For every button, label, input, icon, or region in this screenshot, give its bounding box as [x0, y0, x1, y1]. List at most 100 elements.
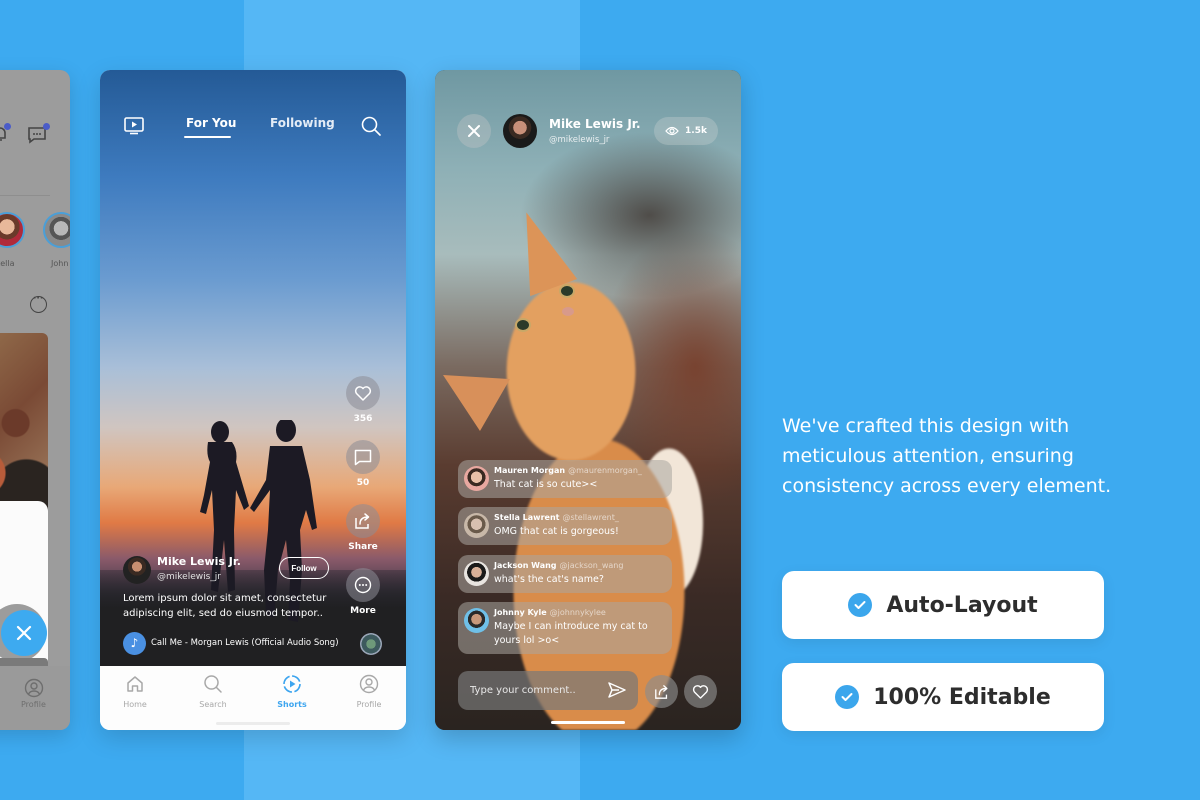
feature-card-auto-layout: Auto-Layout [782, 571, 1104, 639]
comment-text: what's the cat's name? [494, 574, 604, 585]
comment-count: 50 [356, 478, 370, 488]
promo-description: We've crafted this design with meticulou… [782, 415, 1112, 497]
cat-nose [562, 307, 574, 316]
nav-shorts[interactable]: Shorts [262, 674, 322, 709]
close-fab-button[interactable] [1, 610, 47, 656]
music-disc[interactable] [360, 633, 382, 655]
search-icon [204, 675, 222, 693]
share-icon [654, 684, 668, 699]
check-circle-icon [848, 593, 873, 617]
nav-profile-label: Profile [356, 700, 382, 709]
comment-item[interactable]: Jackson Wang @jackson_wang what's the cat… [458, 555, 672, 593]
sheet-handle [0, 658, 48, 666]
story-name: Stella [0, 259, 15, 268]
notification-badge [4, 123, 11, 130]
tab-following[interactable]: Following [270, 116, 335, 130]
left-feed-screen: g Stella John Profile [0, 70, 70, 730]
video-caption[interactable]: Lorem ipsum dolor sit amet, consectetur … [123, 591, 338, 621]
commenter-handle: @johnnykylee [549, 608, 606, 617]
check-circle-icon [835, 685, 860, 709]
story-avatar[interactable] [43, 212, 70, 248]
commenter-name: Stella Lawrent [494, 513, 560, 522]
share-label: Share [348, 542, 378, 552]
search-icon[interactable] [361, 116, 381, 136]
send-icon[interactable] [607, 681, 627, 699]
more-icon[interactable] [30, 294, 47, 313]
author-avatar[interactable] [123, 556, 151, 584]
nav-search-label: Search [199, 700, 227, 709]
bottom-nav: Home Search Shorts Profile [100, 666, 406, 730]
tv-icon[interactable] [124, 117, 144, 135]
divider [0, 195, 50, 196]
close-button[interactable] [457, 114, 491, 148]
eye-icon [665, 126, 679, 136]
host-avatar[interactable] [503, 114, 537, 148]
commenter-name: Jackson Wang [494, 561, 557, 570]
viewer-count-badge: 1.5k [654, 117, 718, 145]
more-action[interactable]: More [346, 568, 380, 616]
comment-text: Maybe I can introduce my cat to yours lo… [494, 621, 648, 646]
story-name: John [51, 259, 69, 268]
share-button[interactable] [645, 675, 678, 708]
author-name[interactable]: Mike Lewis Jr. [157, 555, 241, 568]
comment-item[interactable]: Mauren Morgan @maurenmorgan_ That cat is … [458, 460, 672, 498]
video-silhouette [200, 420, 317, 622]
viewer-count: 1.5k [685, 126, 707, 136]
nav-home[interactable]: Home [105, 674, 165, 709]
cat-image [445, 270, 725, 730]
comment-button[interactable] [346, 440, 380, 474]
message-badge [43, 123, 50, 130]
follow-button[interactable]: Follow [279, 557, 329, 579]
live-screen: Mike Lewis Jr. @mikelewis_jr 1.5k Mauren… [435, 70, 741, 730]
shorts-icon [283, 675, 301, 693]
heart-icon [354, 386, 372, 401]
heart-icon [692, 685, 709, 699]
bottom-nav [0, 666, 70, 730]
comment-action[interactable]: 50 [346, 440, 380, 488]
commenter-handle: @maurenmorgan_ [568, 466, 642, 475]
like-count: 356 [353, 414, 373, 424]
commenter-handle: @jackson_wang [559, 561, 624, 570]
cat-eye [559, 284, 575, 298]
comment-text: OMG that cat is gorgeous! [494, 526, 619, 537]
tab-for-you[interactable]: For You [186, 116, 236, 130]
share-icon [355, 513, 370, 529]
story-avatar[interactable] [0, 212, 25, 248]
shorts-screen: For You Following 356 50 Share More Mike… [100, 70, 406, 730]
more-button[interactable] [346, 568, 380, 602]
share-button[interactable] [346, 504, 380, 538]
comment-item[interactable]: Stella Lawrent @stellawrent_ OMG that cat… [458, 507, 672, 545]
home-indicator [551, 721, 625, 724]
music-note-icon: ♪ [123, 632, 146, 655]
author-handle: @mikelewis_jr [157, 572, 221, 582]
nav-profile-label[interactable]: Profile [21, 700, 46, 709]
comment-item[interactable]: Johnny Kyle @johnnykylee Maybe I can intr… [458, 602, 672, 654]
nav-home-label: Home [123, 700, 147, 709]
feature-label: 100% Editable [873, 684, 1051, 710]
nav-shorts-label: Shorts [277, 700, 307, 709]
more-label: More [350, 606, 376, 616]
host-handle: @mikelewis_jr [549, 135, 610, 145]
like-button[interactable] [346, 376, 380, 410]
home-icon [127, 676, 143, 692]
commenter-avatar [464, 466, 489, 491]
music-title[interactable]: Call Me - Morgan Lewis (Official Audio S… [151, 638, 339, 648]
home-indicator [216, 722, 290, 725]
host-name[interactable]: Mike Lewis Jr. [549, 117, 641, 131]
close-icon [16, 625, 32, 641]
commenter-handle: @stellawrent_ [562, 513, 619, 522]
comment-text: That cat is so cute>< [494, 479, 598, 490]
commenter-avatar [464, 513, 489, 538]
profile-icon[interactable] [24, 678, 44, 698]
close-icon [468, 125, 480, 137]
commenter-avatar [464, 608, 489, 633]
cat-eye [515, 318, 531, 332]
like-action[interactable]: 356 [346, 376, 380, 424]
nav-search[interactable]: Search [183, 674, 243, 709]
like-button[interactable] [684, 675, 717, 708]
profile-icon [359, 674, 379, 694]
feature-label: Auto-Layout [886, 592, 1038, 618]
nav-profile[interactable]: Profile [339, 674, 399, 709]
comment-icon [354, 449, 372, 465]
share-action[interactable]: Share [346, 504, 380, 552]
